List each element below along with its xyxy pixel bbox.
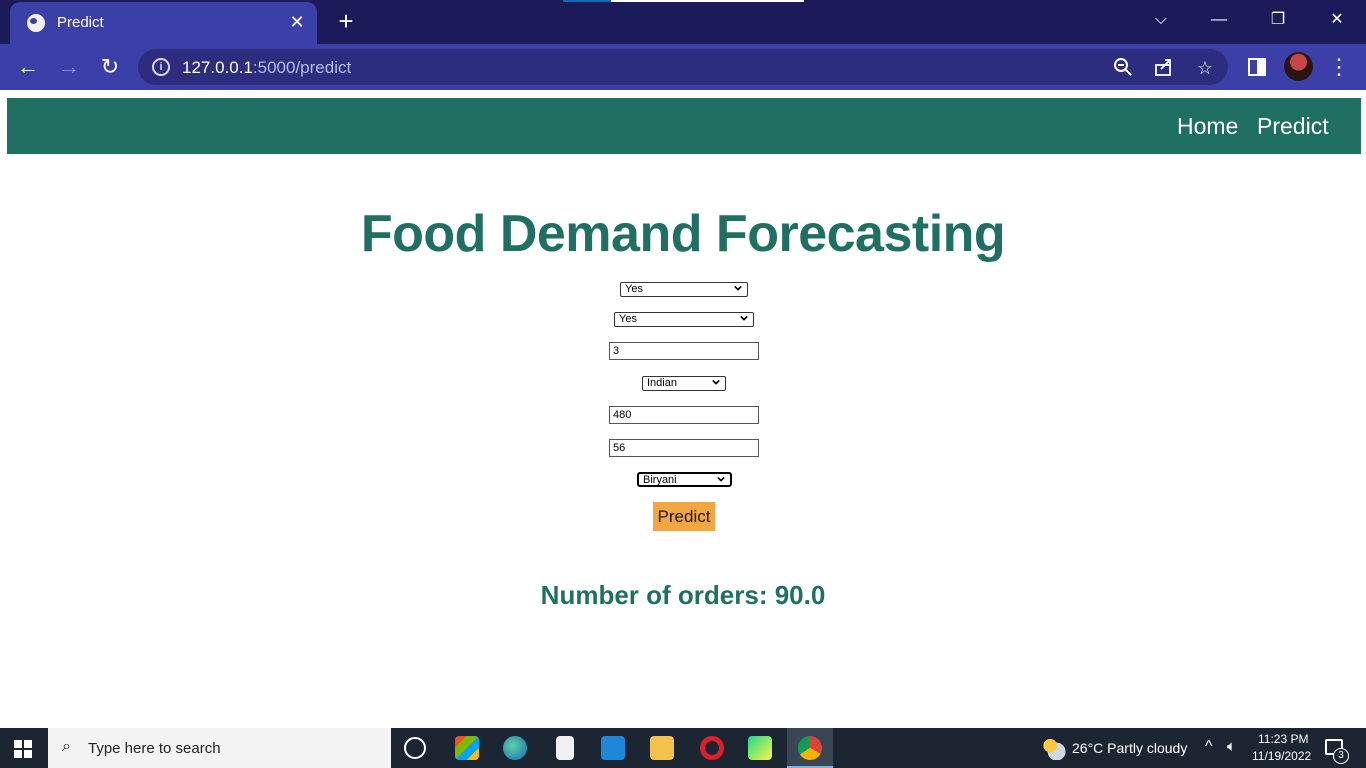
address-bar[interactable]: i 127.0.0.1:5000/predict ☆ — [138, 49, 1228, 85]
weather-partly-cloudy-icon[interactable] — [1041, 736, 1067, 760]
browser-tab-strip: Predict ✕ + ⌵ — ❐ ✕ — [0, 0, 1366, 44]
notepad-icon[interactable] — [556, 736, 574, 760]
select-value: Yes — [625, 283, 643, 295]
page-title: Food Demand Forecasting — [360, 205, 1006, 263]
chrome-taskbar-active[interactable] — [787, 728, 833, 768]
city-code-input[interactable]: 480 — [609, 406, 759, 424]
restore-button[interactable]: ❐ — [1263, 8, 1293, 32]
cortana-icon[interactable] — [404, 737, 426, 759]
url-text[interactable]: 127.0.0.1:5000/predict — [182, 58, 351, 78]
clock-time[interactable]: 11:23 PM — [1258, 732, 1308, 746]
mail-icon[interactable] — [601, 736, 625, 760]
region-code-input[interactable]: 56 — [609, 439, 759, 457]
bookmark-star-icon[interactable]: ☆ — [1194, 57, 1216, 79]
search-icon: ⌕ — [62, 738, 71, 755]
search-placeholder: Type here to search — [88, 740, 221, 757]
close-window-button[interactable]: ✕ — [1322, 8, 1352, 32]
tab-close-icon[interactable]: ✕ — [286, 11, 308, 33]
minimize-button[interactable]: — — [1204, 8, 1234, 32]
pycharm-icon[interactable] — [748, 736, 772, 760]
cuisine-select[interactable]: Indian — [642, 376, 726, 391]
select-value: Biryani — [643, 474, 677, 486]
site-navbar: Home Predict — [7, 98, 1361, 154]
url-path: :5000/predict — [252, 58, 352, 77]
site-info-icon[interactable]: i — [152, 58, 170, 76]
nav-link-home[interactable]: Home — [1177, 113, 1238, 140]
globe-icon — [27, 14, 45, 32]
top-indicator — [563, 0, 804, 2]
reload-icon[interactable]: ↻ — [96, 53, 124, 81]
forward-arrow-icon[interactable]: → — [55, 53, 83, 81]
browser-toolbar: ← → ↻ i 127.0.0.1:5000/predict ☆ ⋮ — [0, 44, 1366, 90]
edge-browser-icon[interactable] — [503, 736, 527, 760]
nav-link-predict[interactable]: Predict — [1257, 113, 1329, 140]
chrome-icon — [798, 736, 822, 760]
opera-browser-icon[interactable] — [700, 736, 724, 760]
volume-icon[interactable]: 🔈︎ — [1227, 738, 1236, 755]
show-hidden-icons-chevron-icon[interactable]: ^ — [1205, 738, 1213, 756]
browser-tab-predict[interactable]: Predict ✕ — [10, 2, 317, 44]
chevron-down-icon — [712, 379, 720, 385]
taskbar-search-box[interactable]: ⌕ Type here to search — [48, 728, 391, 768]
homepage-featured-select[interactable]: Yes — [614, 312, 754, 327]
share-icon[interactable] — [1153, 57, 1175, 79]
clock-date[interactable]: 11/19/2022 — [1252, 749, 1311, 763]
chevron-down-icon — [734, 285, 742, 291]
emailer-for-promotion-select[interactable]: Yes — [620, 282, 748, 297]
category-select[interactable]: Biryani — [637, 472, 732, 487]
zoom-icon[interactable] — [1112, 57, 1134, 79]
prediction-result: Number of orders: 90.0 — [540, 580, 826, 610]
new-tab-button[interactable]: + — [333, 8, 359, 35]
windows-taskbar: ⌕ Type here to search 26°C Partly cloudy… — [0, 728, 1366, 768]
select-value: Yes — [619, 313, 637, 325]
op-area-input[interactable]: 3 — [609, 342, 759, 360]
side-panel-icon[interactable] — [1243, 53, 1271, 81]
back-arrow-icon[interactable]: ← — [14, 53, 42, 81]
file-explorer-icon[interactable] — [650, 736, 674, 760]
microsoft-store-icon[interactable] — [455, 736, 479, 760]
chevron-down-icon — [717, 476, 725, 482]
tab-title: Predict — [57, 14, 104, 31]
windows-start-icon[interactable] — [14, 740, 32, 758]
weather-text[interactable]: 26°C Partly cloudy — [1072, 740, 1187, 756]
notification-count-badge: 3 — [1333, 748, 1349, 764]
chevron-down-icon — [740, 315, 748, 321]
url-host: 127.0.0.1 — [182, 58, 253, 77]
predict-button[interactable]: Predict — [653, 502, 715, 531]
menu-kebab-icon[interactable]: ⋮ — [1325, 53, 1353, 81]
page-top-spacer — [0, 90, 1366, 98]
tab-search-icon[interactable]: ⌵ — [1146, 8, 1176, 32]
profile-avatar[interactable] — [1284, 52, 1313, 81]
select-value: Indian — [647, 377, 677, 389]
